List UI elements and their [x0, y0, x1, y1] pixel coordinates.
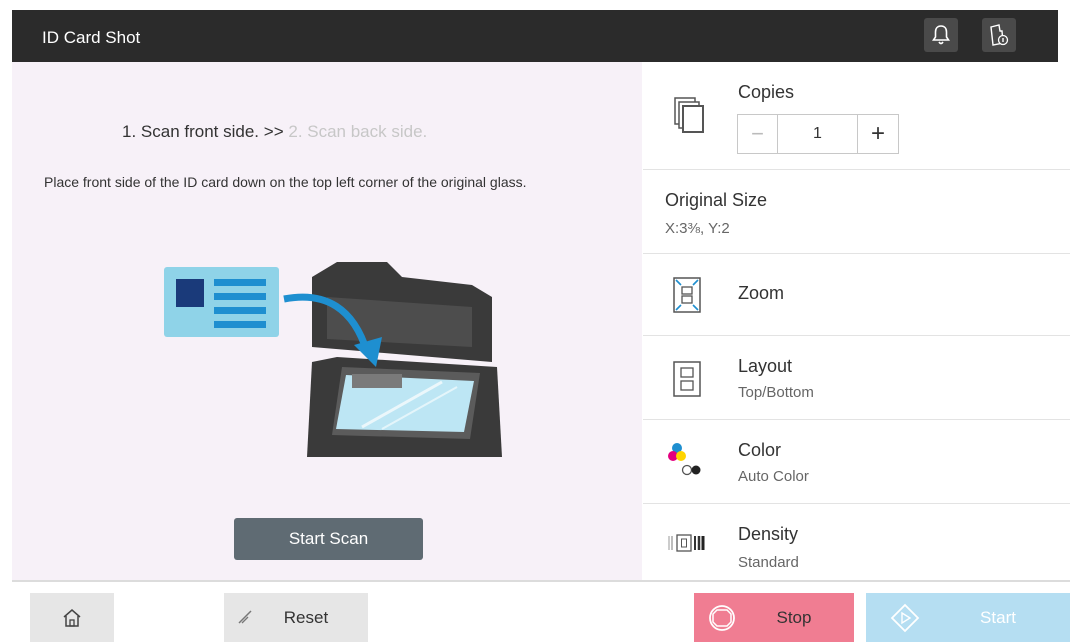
reset-icon: [238, 610, 252, 624]
density-setting[interactable]: Density Standard: [643, 504, 1070, 580]
copies-label: Copies: [738, 82, 795, 102]
id-card-icon: [164, 267, 279, 337]
zoom-label: Zoom: [738, 283, 785, 303]
original-size-value: X:3⅜, Y:2: [665, 220, 730, 237]
copies-value-field[interactable]: 1: [778, 115, 858, 153]
stop-icon: [709, 605, 735, 631]
original-size-label: Original Size: [665, 190, 768, 210]
page-title: ID Card Shot: [42, 28, 141, 47]
density-label: Density: [738, 524, 799, 544]
density-value: Standard: [738, 554, 799, 571]
home-icon: [63, 608, 81, 627]
copies-decrement-button[interactable]: −: [738, 115, 778, 153]
instruction-panel: 1. Scan front side. >> 2. Scan back side…: [12, 62, 642, 580]
start-scan-button[interactable]: Start Scan: [234, 518, 423, 560]
color-setting[interactable]: Color Auto Color: [643, 420, 1070, 504]
layout-icon: [673, 361, 701, 397]
bell-icon: [932, 25, 950, 45]
start-icon: [890, 603, 920, 633]
reset-button[interactable]: Reset: [224, 593, 368, 642]
copies-increment-button[interactable]: +: [858, 115, 898, 153]
zoom-setting[interactable]: Zoom: [643, 254, 1070, 336]
color-value: Auto Color: [738, 468, 809, 485]
step-separator: >>: [263, 122, 284, 141]
title-bar: ID Card Shot: [12, 10, 1058, 62]
color-label: Color: [738, 440, 782, 460]
start-button[interactable]: Start: [866, 593, 1070, 642]
home-button[interactable]: [30, 593, 114, 642]
start-label: Start: [980, 607, 1016, 627]
settings-panel: Copies − 1 + Original Size X:3⅜, Y:2 Zoo…: [643, 62, 1070, 580]
notification-button[interactable]: [924, 18, 958, 52]
density-icon: [668, 534, 705, 552]
step-next: 2. Scan back side.: [288, 122, 428, 141]
layout-setting[interactable]: Layout Top/Bottom: [643, 336, 1070, 420]
layout-value: Top/Bottom: [738, 384, 814, 401]
step-indicator: 1. Scan front side. >> 2. Scan back side…: [12, 122, 642, 142]
stop-button[interactable]: Stop: [694, 593, 854, 642]
copies-stepper: − 1 +: [737, 114, 899, 154]
device-status-icon: [990, 24, 1009, 46]
copies-icon: [674, 97, 704, 133]
original-size-setting[interactable]: Original Size X:3⅜, Y:2: [643, 170, 1070, 254]
step-current: 1. Scan front side.: [122, 122, 260, 141]
zoom-icon: [673, 277, 701, 313]
stop-label: Stop: [776, 607, 812, 627]
id-card-placement-illustration: [164, 262, 502, 457]
instruction-text: Place front side of the ID card down on …: [44, 174, 527, 190]
layout-label: Layout: [738, 356, 793, 376]
bottom-divider: [12, 580, 1070, 582]
device-status-button[interactable]: [982, 18, 1016, 52]
copies-setting: Copies − 1 +: [643, 62, 1070, 170]
reset-label: Reset: [283, 607, 329, 627]
color-mode-icon: [668, 443, 701, 476]
